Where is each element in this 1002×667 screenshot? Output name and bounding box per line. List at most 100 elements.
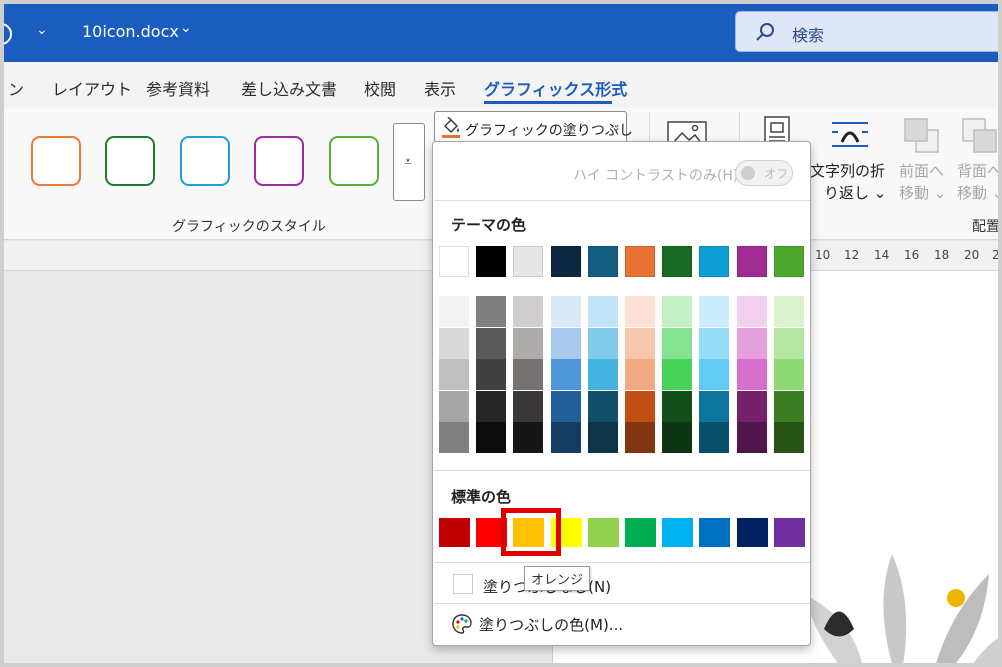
theme-shade-swatch[interactable] xyxy=(550,422,581,453)
theme-shade-swatch[interactable] xyxy=(513,296,544,327)
theme-color-swatch[interactable] xyxy=(550,246,581,277)
graphic-style-orange[interactable] xyxy=(31,136,81,186)
theme-shade-swatch[interactable] xyxy=(736,390,767,422)
standard-color-swatch[interactable] xyxy=(439,518,470,547)
tab-mailings[interactable]: 差し込み文書 xyxy=(241,76,337,100)
theme-shade-swatch[interactable] xyxy=(625,359,655,390)
theme-shade-swatch[interactable] xyxy=(476,390,507,422)
theme-color-swatch[interactable] xyxy=(513,246,544,277)
theme-shade-swatch[interactable] xyxy=(736,422,767,453)
theme-shade-swatch[interactable] xyxy=(513,422,544,453)
quick-access-chevron-icon[interactable]: ⌄ xyxy=(36,22,48,38)
autosave-icon[interactable] xyxy=(4,23,12,45)
theme-shade-swatch[interactable] xyxy=(550,296,581,327)
graphic-style-green[interactable] xyxy=(105,136,155,186)
theme-shade-swatch[interactable] xyxy=(662,422,693,453)
theme-shade-swatch[interactable] xyxy=(439,390,469,422)
theme-shade-swatch[interactable] xyxy=(662,390,693,422)
theme-shade-swatch[interactable] xyxy=(587,359,618,390)
theme-color-swatch[interactable] xyxy=(699,246,730,277)
theme-shade-swatch[interactable] xyxy=(476,359,507,390)
theme-color-swatch[interactable] xyxy=(773,246,804,277)
graphic-style-blue[interactable] xyxy=(180,136,230,186)
theme-shade-swatch[interactable] xyxy=(662,327,693,359)
theme-shade-swatch[interactable] xyxy=(773,390,804,422)
wrap-text-label-line2[interactable]: り返し ⌄ xyxy=(824,182,886,204)
theme-shade-swatch[interactable] xyxy=(625,390,655,422)
send-backward-label-line2[interactable]: 移動 ⌄ xyxy=(957,182,998,204)
theme-shade-swatch[interactable] xyxy=(550,327,581,359)
theme-shade-swatch[interactable] xyxy=(773,422,804,453)
theme-shade-swatch[interactable] xyxy=(476,296,507,327)
theme-color-swatch[interactable] xyxy=(662,246,693,277)
more-fill-colors-option[interactable]: 塗りつぶしの色(M)... xyxy=(479,614,623,635)
bring-forward-label-line1[interactable]: 前面へ xyxy=(899,160,944,182)
theme-shade-swatch[interactable] xyxy=(587,296,618,327)
theme-shade-swatch[interactable] xyxy=(699,296,730,327)
file-name-chevron-icon[interactable]: ⌄ xyxy=(180,20,192,36)
theme-shade-swatch[interactable] xyxy=(625,296,655,327)
theme-shade-swatch[interactable] xyxy=(625,422,655,453)
theme-shade-swatch[interactable] xyxy=(625,327,655,359)
theme-shade-swatch[interactable] xyxy=(773,327,804,359)
theme-shade-swatch[interactable] xyxy=(699,327,730,359)
theme-shade-swatch[interactable] xyxy=(513,390,544,422)
standard-color-swatch[interactable] xyxy=(699,518,731,547)
theme-shade-swatch[interactable] xyxy=(773,359,804,390)
wrap-text-icon[interactable] xyxy=(830,120,870,150)
tab-references[interactable]: 参考資料 xyxy=(146,76,210,100)
no-fill-swatch[interactable] xyxy=(453,574,473,594)
theme-shade-swatch[interactable] xyxy=(587,422,618,453)
theme-shade-swatch[interactable] xyxy=(662,296,693,327)
tab-view[interactable]: 表示 xyxy=(424,76,456,100)
theme-shade-swatch[interactable] xyxy=(662,359,693,390)
theme-color-swatch[interactable] xyxy=(736,246,767,277)
theme-color-swatch[interactable] xyxy=(625,246,655,277)
separator xyxy=(434,470,810,471)
standard-color-swatch[interactable] xyxy=(736,518,768,547)
bring-forward-label-line2[interactable]: 移動 ⌄ xyxy=(899,182,946,204)
graphic-style-lightgreen[interactable] xyxy=(329,136,379,186)
theme-shade-swatch[interactable] xyxy=(439,327,469,359)
theme-shade-swatch[interactable] xyxy=(550,390,581,422)
theme-shade-swatch[interactable] xyxy=(476,422,507,453)
standard-color-swatch[interactable] xyxy=(587,518,619,547)
theme-shade-swatch[interactable] xyxy=(773,296,804,327)
theme-shade-swatch[interactable] xyxy=(736,296,767,327)
tab-review[interactable]: 校閲 xyxy=(364,76,396,100)
styles-gallery-more-button[interactable]: ⩡ xyxy=(393,123,425,201)
file-name[interactable]: 10icon.docx xyxy=(82,22,179,41)
theme-shade-swatch[interactable] xyxy=(550,359,581,390)
theme-color-swatch[interactable] xyxy=(439,246,469,277)
theme-shade-swatch[interactable] xyxy=(736,327,767,359)
tab-graphics-format[interactable]: グラフィックス形式 xyxy=(484,76,627,100)
theme-shade-swatch[interactable] xyxy=(439,296,469,327)
graphic-style-purple[interactable] xyxy=(254,136,304,186)
high-contrast-toggle[interactable]: オフ xyxy=(735,160,793,186)
theme-shade-swatch[interactable] xyxy=(736,359,767,390)
theme-shade-swatch[interactable] xyxy=(587,390,618,422)
theme-shade-swatch[interactable] xyxy=(587,327,618,359)
theme-shade-swatch[interactable] xyxy=(699,422,730,453)
send-backward-icon[interactable] xyxy=(960,116,1002,156)
standard-color-swatch[interactable] xyxy=(625,518,656,547)
standard-color-swatch[interactable] xyxy=(773,518,805,547)
tab-layout[interactable]: レイアウト xyxy=(52,76,132,100)
standard-color-swatch[interactable] xyxy=(662,518,694,547)
send-backward-label-line1[interactable]: 背面へ xyxy=(957,160,998,182)
theme-shade-swatch[interactable] xyxy=(513,359,544,390)
theme-shade-swatch[interactable] xyxy=(699,359,730,390)
theme-shade-swatch[interactable] xyxy=(513,327,544,359)
tab-insert-partial[interactable]: ン xyxy=(8,76,24,100)
theme-shade-swatch[interactable] xyxy=(699,390,730,422)
theme-shade-swatch[interactable] xyxy=(439,422,469,453)
theme-shade-swatch[interactable] xyxy=(439,359,469,390)
search-box[interactable]: 検索 xyxy=(735,11,998,52)
bring-forward-icon[interactable] xyxy=(902,116,942,156)
graphic-fill-button[interactable]: グラフィックの塗りつぶし ⌄ xyxy=(434,111,633,143)
leaf-illustration[interactable] xyxy=(784,534,1002,667)
theme-color-swatch[interactable] xyxy=(476,246,507,277)
wrap-text-label-line1[interactable]: 文字列の折 xyxy=(810,160,885,182)
theme-shade-swatch[interactable] xyxy=(476,327,507,359)
theme-color-swatch[interactable] xyxy=(587,246,618,277)
